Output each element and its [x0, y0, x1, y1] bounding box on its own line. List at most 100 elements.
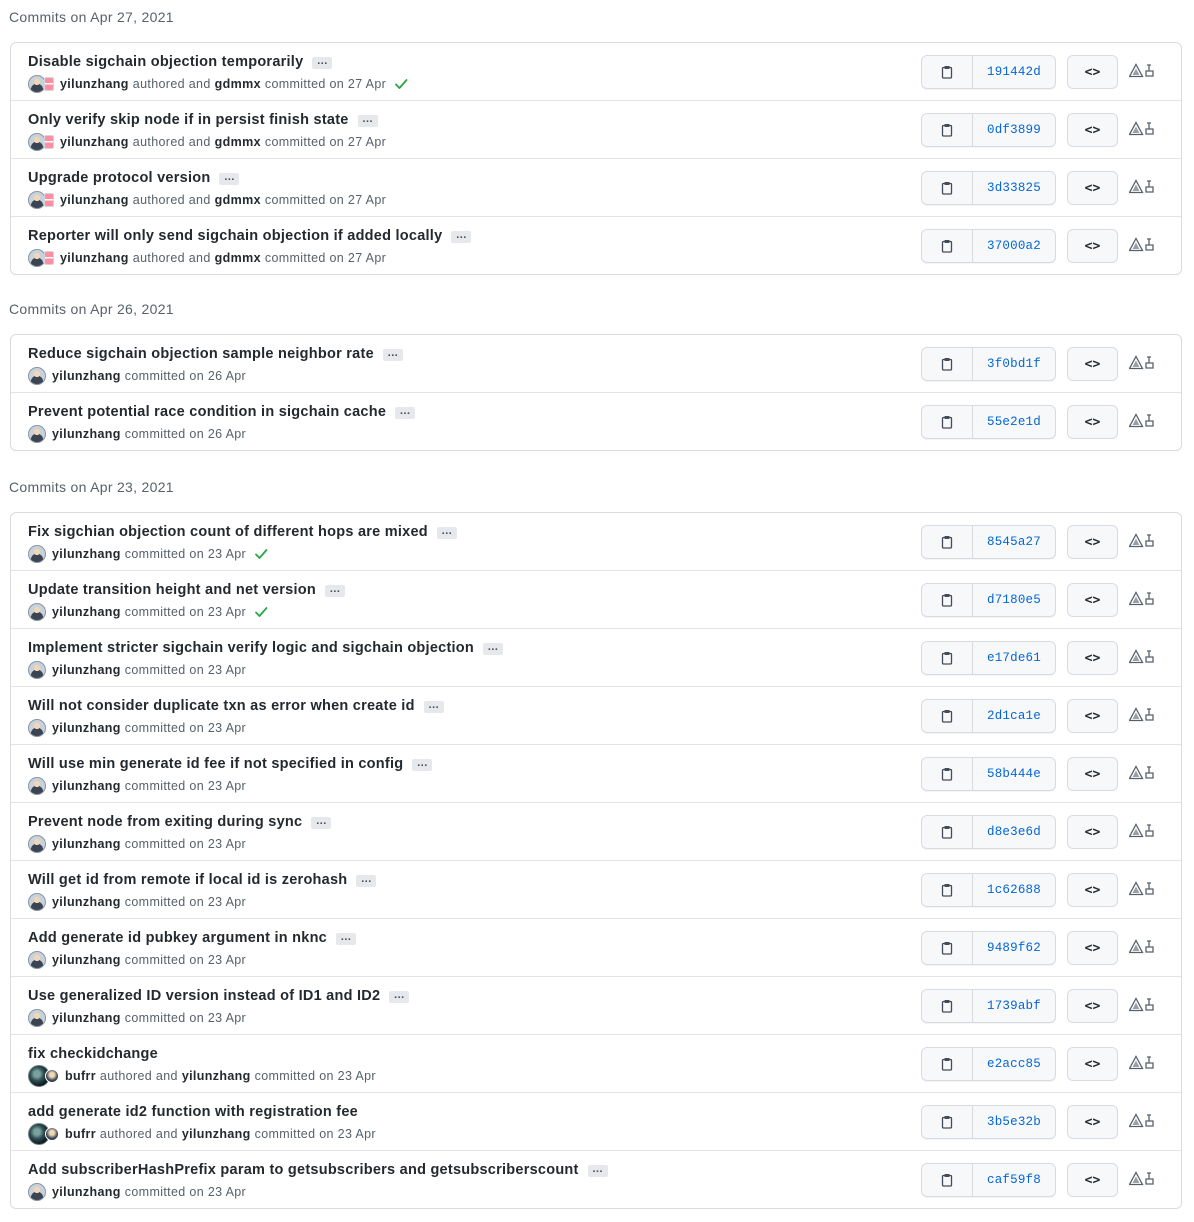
clipboard-icon[interactable]	[922, 1048, 973, 1080]
commit-sha-link[interactable]: 3f0bd1f	[973, 348, 1055, 380]
avatar-stack[interactable]	[28, 425, 46, 443]
extension-icon[interactable]	[1129, 1112, 1159, 1130]
expand-description-button[interactable]	[357, 110, 378, 128]
code-icon[interactable]: <>	[1067, 931, 1118, 965]
avatar-stack[interactable]	[28, 603, 46, 621]
clipboard-icon[interactable]	[922, 1106, 973, 1138]
avatar-stack[interactable]	[28, 951, 46, 969]
code-icon[interactable]: <>	[1067, 815, 1118, 849]
author-link[interactable]: yilunzhang	[52, 367, 121, 385]
avatar-stack[interactable]	[28, 191, 54, 209]
author-link[interactable]: yilunzhang	[60, 133, 129, 151]
author-link[interactable]: yilunzhang	[52, 951, 121, 969]
expand-description-button[interactable]	[324, 580, 345, 598]
commit-message-link[interactable]: Add generate id pubkey argument in nknc	[28, 929, 327, 947]
expand-description-button[interactable]	[436, 522, 457, 540]
avatar-stack[interactable]	[28, 1123, 59, 1145]
avatar[interactable]	[28, 1183, 46, 1201]
expand-description-button[interactable]	[395, 402, 416, 420]
clipboard-icon[interactable]	[922, 526, 973, 558]
avatar-stack[interactable]	[28, 249, 54, 267]
code-icon[interactable]: <>	[1067, 171, 1118, 205]
expand-description-button[interactable]	[336, 928, 356, 946]
author-link[interactable]: yilunzhang	[52, 835, 121, 853]
extension-icon[interactable]	[1129, 1170, 1159, 1188]
expand-description-button[interactable]	[356, 870, 377, 888]
commit-sha-link[interactable]: 0df3899	[973, 114, 1055, 146]
commit-message-link[interactable]: Disable sigchain objection temporarily	[28, 53, 303, 71]
code-icon[interactable]: <>	[1067, 405, 1118, 439]
clipboard-icon[interactable]	[922, 874, 973, 906]
avatar-stack[interactable]	[28, 545, 46, 563]
code-icon[interactable]: <>	[1067, 583, 1118, 617]
code-icon[interactable]: <>	[1067, 347, 1118, 381]
commit-message-link[interactable]: Add subscriberHashPrefix param to getsub…	[28, 1161, 579, 1179]
commit-sha-link[interactable]: 8545a27	[973, 526, 1055, 558]
clipboard-icon[interactable]	[922, 990, 973, 1022]
expand-description-button[interactable]	[311, 812, 332, 830]
clipboard-icon[interactable]	[922, 584, 973, 616]
extension-icon[interactable]	[1129, 120, 1159, 138]
code-icon[interactable]: <>	[1067, 873, 1118, 907]
expand-description-button[interactable]	[451, 226, 472, 244]
commit-message-link[interactable]: add generate id2 function with registrat…	[28, 1103, 358, 1121]
expand-description-button[interactable]	[587, 1160, 608, 1178]
avatar[interactable]	[28, 425, 46, 443]
avatar[interactable]	[28, 545, 46, 563]
author-link[interactable]: yilunzhang	[52, 1183, 121, 1201]
author-link[interactable]: yilunzhang	[52, 603, 121, 621]
extension-icon[interactable]	[1129, 938, 1159, 956]
avatar[interactable]	[28, 777, 46, 795]
clipboard-icon[interactable]	[922, 172, 973, 204]
commit-sha-link[interactable]: d7180e5	[973, 584, 1055, 616]
author-link[interactable]: yilunzhang	[52, 661, 121, 679]
avatar-stack[interactable]	[28, 719, 46, 737]
extension-icon[interactable]	[1129, 706, 1159, 724]
committer-link[interactable]: gdmmx	[215, 191, 261, 209]
expand-description-button[interactable]	[483, 638, 504, 656]
avatar[interactable]	[28, 1009, 46, 1027]
commit-sha-link[interactable]: 9489f62	[973, 932, 1055, 964]
author-link[interactable]: yilunzhang	[52, 425, 121, 443]
commit-message-link[interactable]: Will use min generate id fee if not spec…	[28, 755, 403, 773]
expand-description-button[interactable]	[312, 52, 333, 70]
committer-link[interactable]: gdmmx	[215, 133, 261, 151]
avatar[interactable]	[45, 1069, 59, 1083]
commit-message-link[interactable]: Update transition height and net version	[28, 581, 316, 599]
code-icon[interactable]: <>	[1067, 55, 1118, 89]
commit-message-link[interactable]: Only verify skip node if in persist fini…	[28, 111, 349, 129]
clipboard-icon[interactable]	[922, 932, 973, 964]
extension-icon[interactable]	[1129, 62, 1159, 80]
clipboard-icon[interactable]	[922, 56, 973, 88]
avatar[interactable]	[44, 251, 54, 265]
commit-sha-link[interactable]: e17de61	[973, 642, 1055, 674]
author-link[interactable]: yilunzhang	[60, 249, 129, 267]
clipboard-icon[interactable]	[922, 406, 973, 438]
author-link[interactable]: yilunzhang	[52, 719, 121, 737]
commit-sha-link[interactable]: 3d33825	[973, 172, 1055, 204]
commit-message-link[interactable]: fix checkidchange	[28, 1045, 158, 1063]
commit-message-link[interactable]: Use generalized ID version instead of ID…	[28, 987, 380, 1005]
clipboard-icon[interactable]	[922, 642, 973, 674]
avatar[interactable]	[44, 77, 54, 91]
commit-message-link[interactable]: Implement stricter sigchain verify logic…	[28, 639, 474, 657]
extension-icon[interactable]	[1129, 822, 1159, 840]
extension-icon[interactable]	[1129, 354, 1159, 372]
expand-description-button[interactable]	[423, 696, 444, 714]
commit-sha-link[interactable]: 37000a2	[973, 230, 1055, 262]
commit-message-link[interactable]: Upgrade protocol version	[28, 169, 210, 187]
check-icon[interactable]	[394, 77, 408, 91]
check-icon[interactable]	[254, 605, 268, 619]
commit-sha-link[interactable]: 3b5e32b	[973, 1106, 1055, 1138]
avatar[interactable]	[44, 135, 54, 149]
commit-sha-link[interactable]: 55e2e1d	[973, 406, 1055, 438]
extension-icon[interactable]	[1129, 996, 1159, 1014]
avatar-stack[interactable]	[28, 133, 54, 151]
author-link[interactable]: bufrr	[65, 1067, 96, 1085]
avatar[interactable]	[28, 893, 46, 911]
avatar-stack[interactable]	[28, 661, 46, 679]
extension-icon[interactable]	[1129, 532, 1159, 550]
avatar[interactable]	[28, 661, 46, 679]
author-link[interactable]: yilunzhang	[52, 1009, 121, 1027]
commit-message-link[interactable]: Will not consider duplicate txn as error…	[28, 697, 415, 715]
